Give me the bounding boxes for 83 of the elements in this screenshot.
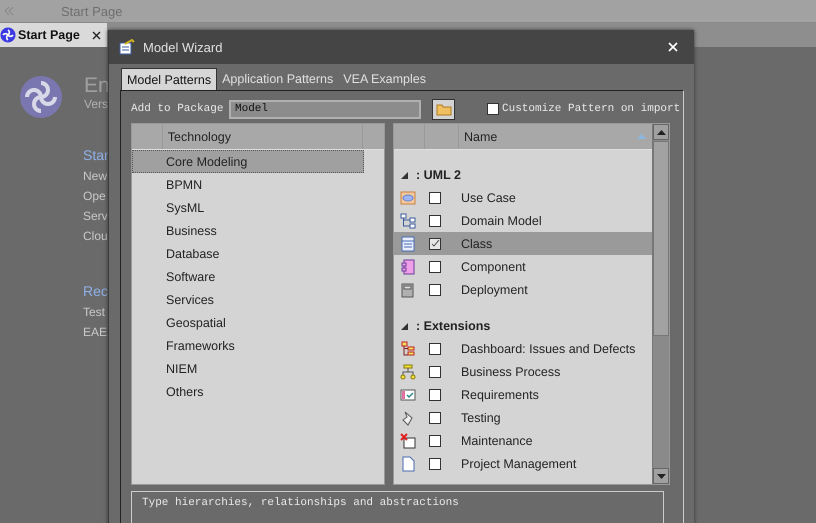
section-heading: Star	[83, 147, 108, 163]
checkbox[interactable]	[429, 388, 441, 400]
technology-item[interactable]: BPMN	[132, 173, 364, 196]
pattern-row[interactable]: Domain Model	[394, 209, 652, 232]
pattern-name: Requirements	[461, 388, 539, 402]
dialog-tab[interactable]: Model Patterns	[121, 68, 218, 90]
technology-item[interactable]: Core Modeling	[132, 150, 364, 173]
package-field[interactable]: Model	[229, 100, 421, 118]
browse-button[interactable]	[432, 98, 455, 120]
checkbox[interactable]	[487, 103, 499, 115]
pattern-icon	[400, 212, 416, 228]
pattern-icon	[400, 432, 416, 448]
checkbox[interactable]	[429, 412, 441, 424]
checkbox[interactable]	[429, 214, 441, 226]
pattern-name: Class	[461, 236, 492, 250]
group-heading: : Extensions	[416, 319, 490, 333]
pattern-icon	[400, 236, 416, 252]
checkbox-label: Customize Pattern on import	[502, 103, 680, 115]
pattern-icon	[400, 190, 416, 206]
pattern-row[interactable]: Project Management	[394, 452, 652, 475]
dialog-tab[interactable]: VEA Examples	[338, 68, 431, 90]
up-arrow-icon	[656, 130, 666, 134]
pattern-name: Deployment	[461, 282, 528, 296]
pattern-name: Testing	[461, 410, 501, 424]
pattern-name: Maintenance	[461, 434, 533, 448]
folder-icon	[436, 102, 452, 116]
pattern-row[interactable]: Class	[394, 232, 652, 255]
wizard-icon	[119, 39, 135, 55]
pattern-name: Component	[461, 260, 526, 274]
pattern-name: Dashboard: Issues and Defects	[461, 342, 636, 356]
swirl-logo-icon	[18, 75, 64, 119]
technology-item[interactable]: Frameworks	[132, 334, 364, 357]
pattern-name: Use Case	[461, 190, 516, 204]
pattern-row[interactable]: Testing	[394, 406, 652, 429]
expanded-triangle-icon[interactable]	[401, 322, 408, 330]
pattern-name: Project Management	[461, 456, 576, 470]
pattern-icon	[400, 340, 416, 356]
checkbox[interactable]	[429, 192, 441, 204]
checkbox[interactable]	[429, 342, 441, 354]
technology-item[interactable]: Others	[132, 380, 364, 403]
field-label: Add to Package	[131, 103, 224, 115]
section-heading: Rec	[83, 283, 108, 299]
pattern-name: Business Process	[461, 364, 560, 378]
swirl-logo-icon	[0, 27, 16, 43]
checkbox[interactable]	[429, 458, 441, 470]
scrollbar-thumb[interactable]	[653, 141, 669, 336]
scroll-up-button[interactable]	[653, 124, 669, 140]
checkbox[interactable]	[429, 434, 441, 446]
pattern-icon	[400, 456, 416, 472]
checkbox[interactable]	[429, 366, 441, 378]
checkbox[interactable]	[429, 260, 441, 272]
checkbox[interactable]	[429, 284, 441, 296]
pattern-row[interactable]: Maintenance	[394, 429, 652, 452]
pattern-icon	[400, 282, 416, 298]
technology-item[interactable]: Services	[132, 288, 364, 311]
technology-item[interactable]: Software	[132, 265, 364, 288]
pattern-name: Domain Model	[461, 214, 542, 228]
technology-item[interactable]: Database	[132, 242, 364, 265]
pattern-row[interactable]: Deployment	[394, 278, 652, 301]
pattern-icon	[400, 386, 416, 402]
technology-item[interactable]: SysML	[132, 196, 364, 219]
sort-arrow-icon	[637, 134, 646, 139]
pattern-row[interactable]: Business Process	[394, 360, 652, 383]
technology-item[interactable]: Geospatial	[132, 311, 364, 334]
technology-item[interactable]: NIEM	[132, 357, 364, 380]
group-heading: : UML 2	[416, 168, 461, 182]
pattern-row[interactable]: Dashboard: Issues and Defects	[394, 337, 652, 360]
pattern-row[interactable]: Component	[394, 255, 652, 278]
expanded-triangle-icon[interactable]	[401, 172, 408, 178]
scroll-down-button[interactable]	[653, 468, 669, 484]
down-arrow-icon	[656, 474, 666, 478]
dialog-title: Model Wizard	[143, 40, 224, 54]
document-tab[interactable]: Start Page	[0, 23, 107, 47]
close-icon[interactable]	[92, 30, 101, 40]
checkbox[interactable]	[429, 238, 441, 250]
dialog-tab[interactable]: Application Patterns	[217, 68, 338, 90]
version-text: Vers	[84, 97, 110, 111]
pattern-row[interactable]: Use Case	[394, 186, 652, 209]
technology-item[interactable]: Business	[132, 219, 364, 242]
pattern-row[interactable]: Requirements	[394, 383, 652, 406]
description-text: Type hierarchies, relationships and abstractions	[131, 491, 664, 523]
pattern-icon	[400, 258, 416, 274]
pattern-icon	[400, 364, 416, 380]
